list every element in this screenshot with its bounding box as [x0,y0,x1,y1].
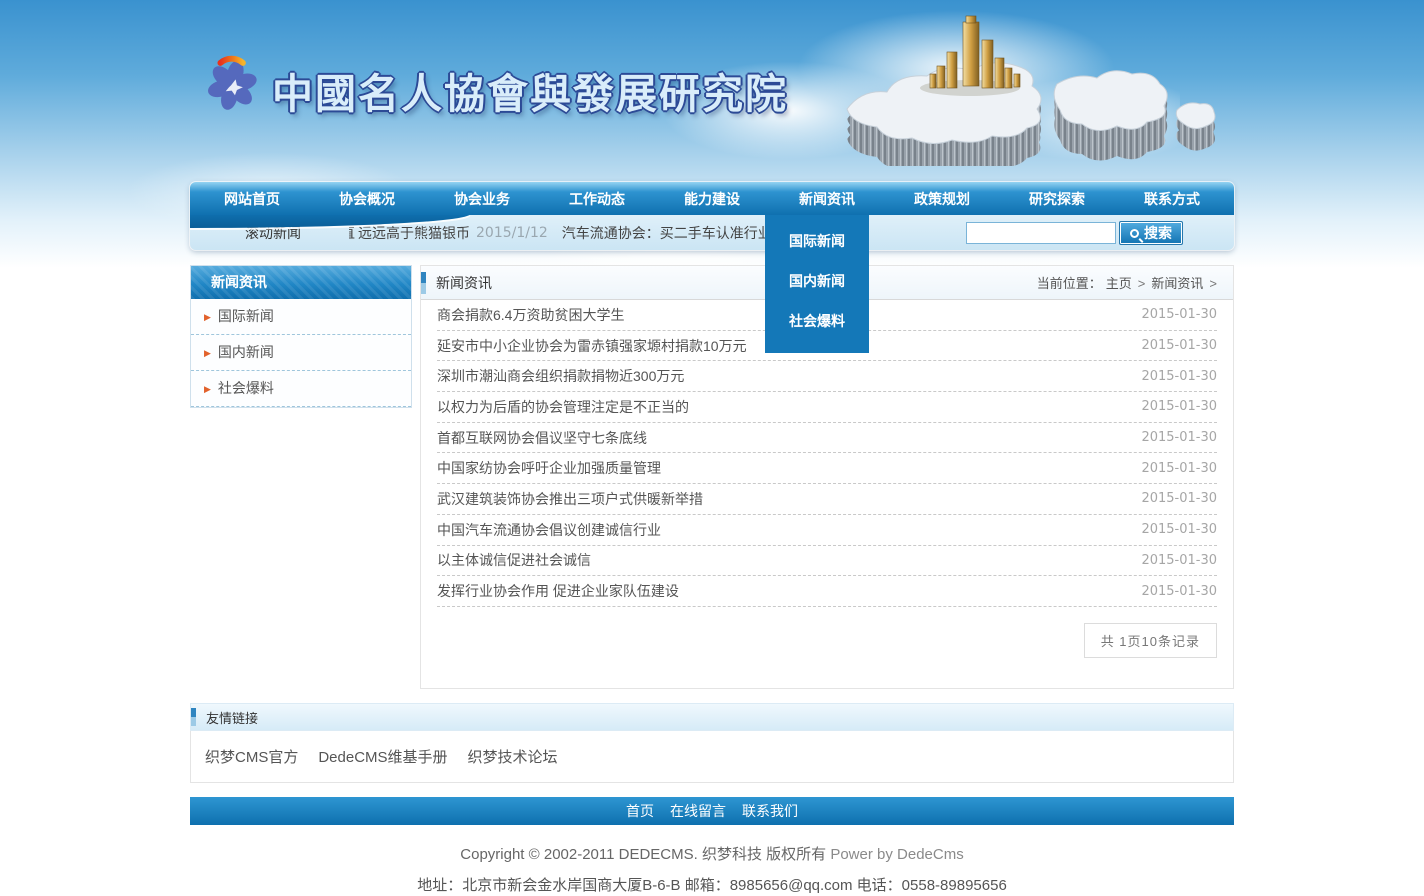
nav-item-business[interactable]: 协会业务 [454,189,510,209]
news-row: 以权力为后盾的协会管理注定是不正当的 2015-01-30 [437,392,1217,423]
news-row: 以主体诚信促进社会诚信 2015-01-30 [437,546,1217,577]
sidebar-link-international-news[interactable]: ▶ 国际新闻 [191,299,411,334]
navigation-container: 网站首页 协会概况 协会业务 工作动态 能力建设 新闻资讯 政策规划 研究探索 … [190,182,1234,250]
friendship-links-title: 友情链接 [206,708,258,727]
magnifier-icon [1130,229,1139,238]
site-title: 中國名人協會與發展研究院 [272,60,788,120]
sidebar-title: 新闻资讯 [191,266,411,299]
triangle-bullet-icon: ▶ [204,348,211,358]
panel-title: 新闻资讯 [436,273,492,293]
friend-link-dedecms-wiki[interactable]: DedeCMS维基手册 [318,746,447,767]
breadcrumb-home-link[interactable]: 主页 [1106,276,1132,291]
news-date: 2015-01-30 [1141,522,1217,537]
ticker-news-date: 2015/1/12 [476,225,548,241]
nav-item-news[interactable]: 新闻资讯 [799,189,855,209]
blue-marker-bar [421,272,426,294]
footer-nav-bar: 首页 在线留言 联系我们 [190,797,1234,825]
pagination-summary: 共 1页10条记录 [1084,623,1217,658]
site-logo-icon [198,50,264,118]
nav-item-work-trends[interactable]: 工作动态 [569,189,625,209]
dropdown-item-domestic-news[interactable]: 国内新闻 [765,261,869,301]
search-button-label: 搜索 [1144,223,1172,243]
news-row: 武汉建筑装饰协会推出三项户式供暖新举措 2015-01-30 [437,484,1217,515]
nav-item-overview[interactable]: 协会概况 [339,189,395,209]
ticker-news-link-2[interactable]: 汽车流通协会：买二手车认准行业 [562,223,772,243]
news-title-link[interactable]: 中国汽车流通协会倡议创建诚信行业 [437,520,661,540]
news-title-link[interactable]: 首都互联网协会倡议坚守七条底线 [437,428,647,448]
copyright-line: Copyright © 2002-2011 DEDECMS. 织梦科技 版权所有… [0,843,1424,864]
search-button[interactable]: 搜索 [1119,221,1183,245]
news-date: 2015-01-30 [1141,461,1217,476]
sidebar-item-international-news[interactable]: ▶ 国际新闻 [191,299,411,335]
blue-marker-bar [191,708,196,726]
sidebar: 新闻资讯 ▶ 国际新闻 ▶ 国内新闻 ▶ 社会爆料 [190,265,412,408]
dropdown-item-international-news[interactable]: 国际新闻 [765,221,869,261]
news-date: 2015-01-30 [1141,369,1217,384]
news-row: 中国汽车流通协会倡议创建诚信行业 2015-01-30 [437,515,1217,546]
nav-item-contact[interactable]: 联系方式 [1144,189,1200,209]
main-navbar: 网站首页 协会概况 协会业务 工作动态 能力建设 新闻资讯 政策规划 研究探索 … [190,182,1234,215]
friendship-links-header: 友情链接 [190,703,1234,731]
news-row: 首都互联网协会倡议坚守七条底线 2015-01-30 [437,423,1217,454]
news-title-link[interactable]: 以主体诚信促进社会诚信 [437,550,591,570]
news-title-link[interactable]: 延安市中小企业协会为雷赤镇强家塬村捐款10万元 [437,336,747,356]
news-row: 中国家纺协会呼吁企业加强质量管理 2015-01-30 [437,453,1217,484]
sidebar-link-social-news[interactable]: ▶ 社会爆料 [191,371,411,406]
sidebar-item-label: 社会爆料 [218,380,274,396]
news-title-link[interactable]: 武汉建筑装饰协会推出三项户式供暖新举措 [437,489,703,509]
news-date: 2015-01-30 [1141,338,1217,353]
news-date: 2015-01-30 [1141,584,1217,599]
news-date: 2015-01-30 [1141,553,1217,568]
news-date: 2015-01-30 [1141,307,1217,322]
world-map-graphic [842,14,1234,166]
news-row: 发挥行业协会作用 促进企业家队伍建设 2015-01-30 [437,576,1217,607]
news-title-link[interactable]: 中国家纺协会呼吁企业加强质量管理 [437,458,661,478]
news-title-link[interactable]: 以权力为后盾的协会管理注定是不正当的 [437,397,689,417]
search-input[interactable] [966,222,1116,244]
pagination: 共 1页10条记录 [437,623,1217,658]
footer-link-guestbook[interactable]: 在线留言 [670,801,726,821]
news-title-link[interactable]: 深圳市潮汕商会组织捐款捐物近300万元 [437,366,684,386]
triangle-bullet-icon: ▶ [204,384,211,394]
news-date: 2015-01-30 [1141,491,1217,506]
friend-link-dedecms-forum[interactable]: 织梦技术论坛 [468,746,558,767]
nav-item-capacity[interactable]: 能力建设 [684,189,740,209]
breadcrumb-separator: > [1209,276,1217,291]
breadcrumb-separator: > [1138,276,1146,291]
nav-item-policy[interactable]: 政策规划 [914,189,970,209]
news-row: 深圳市潮汕商会组织捐款捐物近300万元 2015-01-30 [437,361,1217,392]
header-banner: 中國名人協會與發展研究院 [190,0,1234,182]
breadcrumb-prefix: 当前位置： [1037,276,1102,291]
breadcrumb: 当前位置： 主页 > 新闻资讯 > [1037,273,1219,292]
sidebar-item-label: 国际新闻 [218,308,274,324]
triangle-bullet-icon: ▶ [204,312,211,322]
content-area: 新闻资讯 ▶ 国际新闻 ▶ 国内新闻 ▶ 社会爆料 新闻资讯 当前位置： 主页 > 新闻资讯… [190,265,1234,689]
news-title-link[interactable]: 商会捐款6.4万资助贫困大学生 [437,305,624,325]
news-date: 2015-01-30 [1141,430,1217,445]
news-date: 2015-01-30 [1141,399,1217,414]
search-box: 搜索 [966,221,1183,245]
sidebar-item-social-news[interactable]: ▶ 社会爆料 [191,371,411,407]
nav-item-research[interactable]: 研究探索 [1029,189,1085,209]
dropdown-item-social-news[interactable]: 社会爆料 [765,301,869,341]
sidebar-item-label: 国内新闻 [218,344,274,360]
friendship-links-section: 友情链接 织梦CMS官方 DedeCMS维基手册 织梦技术论坛 [190,703,1234,783]
friendship-links-list: 织梦CMS官方 DedeCMS维基手册 织梦技术论坛 [190,731,1234,783]
nav-item-home[interactable]: 网站首页 [224,189,280,209]
address-line: 地址：北京市新会金水岸国商大厦B-6-B 邮箱：8985656@qq.com 电… [0,874,1424,895]
friend-link-dedecms-official[interactable]: 织梦CMS官方 [205,746,298,767]
footer-link-home[interactable]: 首页 [626,801,654,821]
golden-buildings [930,16,1020,88]
sidebar-item-domestic-news[interactable]: ▶ 国内新闻 [191,335,411,371]
breadcrumb-current-link[interactable]: 新闻资讯 [1151,276,1203,291]
copyright-text: Copyright © 2002-2011 DEDECMS. 织梦科技 版权所有 [460,846,826,863]
ticker-clipped-char: 直 [349,223,358,243]
news-dropdown-menu: 国际新闻 国内新闻 社会爆料 [765,215,869,353]
ticker-news-link-1[interactable]: 远远高于熊猫银币 [358,223,470,243]
news-title-link[interactable]: 发挥行业协会作用 促进企业家队伍建设 [437,581,679,601]
powered-by-text: Power by DedeCms [830,846,963,863]
footer-link-contact[interactable]: 联系我们 [742,801,798,821]
sidebar-link-domestic-news[interactable]: ▶ 国内新闻 [191,335,411,370]
